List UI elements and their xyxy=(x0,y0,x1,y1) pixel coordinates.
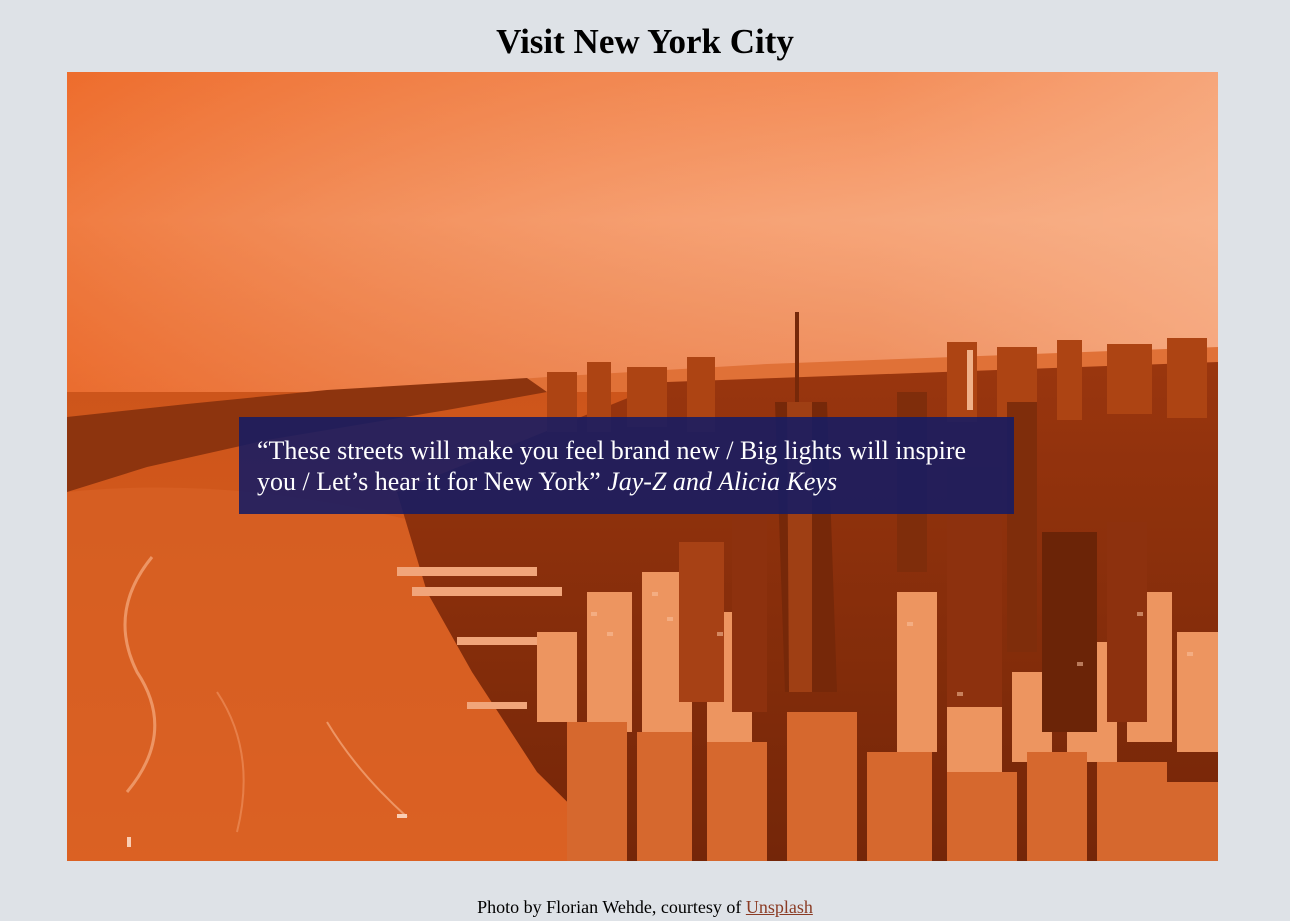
page-title: Visit New York City xyxy=(496,22,794,61)
quote-overlay: “These streets will make you feel brand … xyxy=(239,417,1014,514)
quote-author: Jay-Z and Alicia Keys xyxy=(607,467,838,496)
unsplash-link[interactable]: Unsplash xyxy=(746,897,813,917)
page: Visit New York City “These streets will … xyxy=(0,0,1290,921)
hero-image: “These streets will make you feel brand … xyxy=(67,72,1218,861)
photo-credit: Photo by Florian Wehde, courtesy of Unsp… xyxy=(0,896,1290,918)
photo-credit-text: Photo by Florian Wehde, courtesy of xyxy=(477,897,746,917)
